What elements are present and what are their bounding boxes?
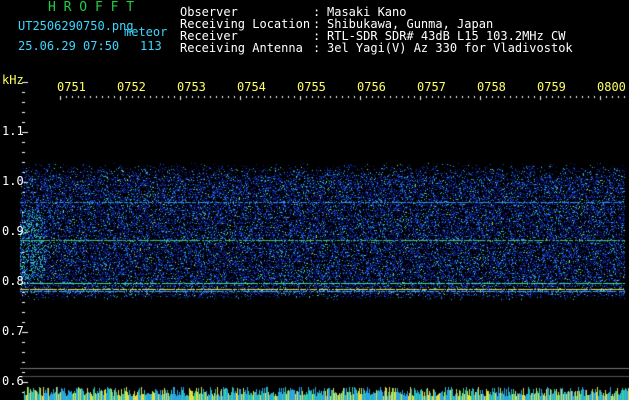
axis-unit-label: kHz: [2, 73, 24, 87]
x-tick-label: 0753: [177, 80, 206, 94]
y-tick-label: 0.7: [2, 324, 24, 338]
x-tick-label: 0759: [537, 80, 566, 94]
x-tick-label: 0754: [237, 80, 266, 94]
info-value: 3el Yagi(V) Az 330 for Vladivostok: [327, 41, 573, 55]
y-tick-label: 0.8: [2, 274, 24, 288]
count-label: 113: [140, 39, 162, 53]
spectrogram-canvas: [0, 0, 629, 400]
filename-label: UT2506290750.png: [18, 19, 134, 33]
x-tick-label: 0756: [357, 80, 386, 94]
y-tick-label: 0.6: [2, 374, 24, 388]
x-tick-label: 0755: [297, 80, 326, 94]
datetime-label: 25.06.29 07:50: [18, 39, 120, 53]
brand-title: H R O F F T: [48, 0, 135, 15]
x-tick-label: 0757: [417, 80, 446, 94]
x-tick-label: 0751: [57, 80, 86, 94]
x-tick-label: 0800: [597, 80, 626, 94]
info-label: Receiving Antenna: [180, 41, 303, 55]
y-tick-label: 0.9: [2, 224, 24, 238]
x-tick-label: 0752: [117, 80, 146, 94]
y-tick-label: 1.1: [2, 124, 24, 138]
y-tick-label: 1.0: [2, 174, 24, 188]
info-colon: :: [313, 41, 321, 55]
type-label: meteor: [124, 25, 168, 39]
x-tick-label: 0758: [477, 80, 506, 94]
